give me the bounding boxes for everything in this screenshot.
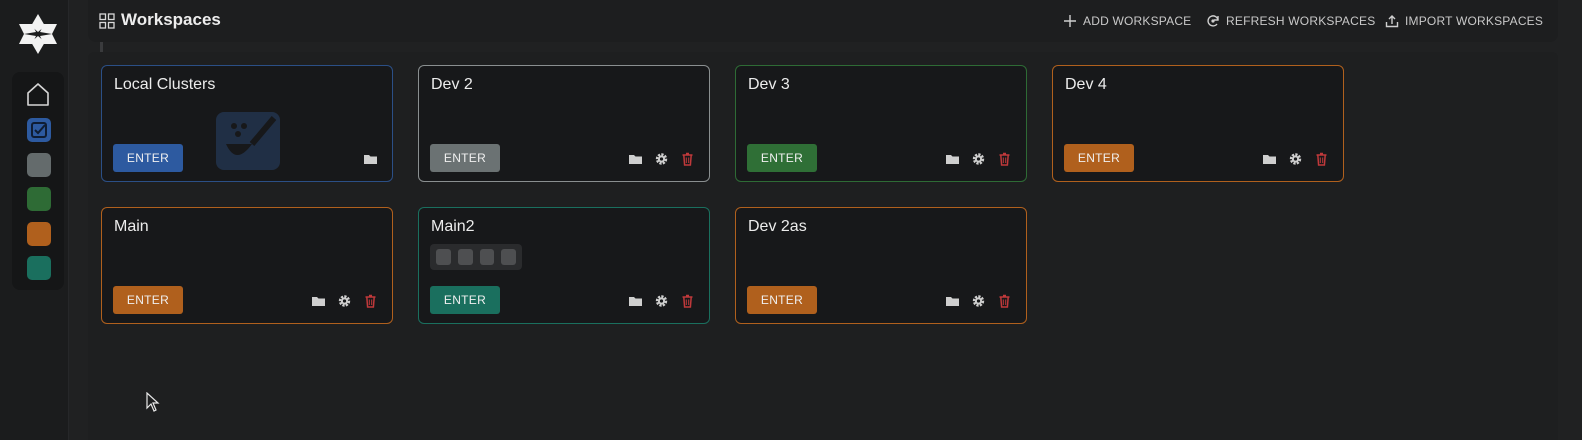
- card-actions: [363, 152, 378, 166]
- folder-icon[interactable]: [628, 294, 643, 308]
- workspace-switcher: [12, 72, 64, 290]
- trash-icon[interactable]: [1314, 152, 1329, 166]
- gear-icon[interactable]: [971, 294, 986, 308]
- refresh-workspaces-button[interactable]: REFRESH WORKSPACES: [1206, 13, 1375, 29]
- trash-icon[interactable]: [680, 294, 695, 308]
- sidebar-item-dev-3[interactable]: [27, 187, 51, 211]
- enter-button[interactable]: ENTER: [113, 286, 183, 314]
- workspace-card-main: Main ENTER: [101, 207, 393, 324]
- workspace-card-local-clusters: Local Clusters ENTER: [101, 65, 393, 182]
- workspace-grid: Local Clusters ENTER Dev 2 ENTER Dev 3 E…: [88, 52, 1558, 440]
- enter-button[interactable]: ENTER: [113, 144, 183, 172]
- workspace-name: Dev 2: [431, 76, 473, 93]
- workspace-name: Dev 3: [748, 76, 790, 93]
- folder-icon[interactable]: [945, 152, 960, 166]
- sidebar-item-local-clusters[interactable]: [27, 118, 51, 142]
- card-actions: [945, 152, 1012, 166]
- gear-icon[interactable]: [337, 294, 352, 308]
- enter-button[interactable]: ENTER: [747, 144, 817, 172]
- enter-button[interactable]: ENTER: [747, 286, 817, 314]
- scroll-indicator: [100, 42, 103, 52]
- refresh-icon: [1207, 15, 1219, 27]
- workspace-card-dev-4: Dev 4 ENTER: [1052, 65, 1344, 182]
- page-header: Workspaces ADD WORKSPACE REFRESH WORKSPA…: [88, 0, 1558, 42]
- card-actions: [945, 294, 1012, 308]
- gear-icon[interactable]: [654, 294, 669, 308]
- cluster-placeholder: [479, 249, 495, 265]
- card-actions: [628, 152, 695, 166]
- card-actions: [628, 294, 695, 308]
- refresh-workspaces-label: REFRESH WORKSPACES: [1226, 14, 1376, 28]
- trash-icon[interactable]: [363, 294, 378, 308]
- card-actions: [1262, 152, 1329, 166]
- app-rail: [0, 0, 69, 440]
- sidebar-item-dev-2[interactable]: [27, 153, 51, 177]
- import-workspaces-button[interactable]: IMPORT WORKSPACES: [1385, 13, 1543, 29]
- gear-icon[interactable]: [971, 152, 986, 166]
- cluster-placeholder: [436, 249, 451, 265]
- sidebar-item-main2[interactable]: [27, 256, 51, 280]
- folder-icon[interactable]: [311, 294, 326, 308]
- app-logo-icon[interactable]: [16, 12, 60, 56]
- workspace-card-dev-3: Dev 3 ENTER: [735, 65, 1027, 182]
- sidebar-item-orange[interactable]: [27, 222, 51, 246]
- add-workspace-label: ADD WORKSPACE: [1083, 14, 1192, 28]
- trash-icon[interactable]: [680, 152, 695, 166]
- folder-icon[interactable]: [945, 294, 960, 308]
- card-actions: [311, 294, 378, 308]
- plus-icon: [1064, 15, 1076, 27]
- workspace-name: Main2: [431, 218, 475, 235]
- board-check-icon: [31, 122, 47, 138]
- import-workspaces-label: IMPORT WORKSPACES: [1405, 14, 1544, 28]
- workspace-card-dev-2as: Dev 2as ENTER: [735, 207, 1027, 324]
- workspace-name: Dev 4: [1065, 76, 1107, 93]
- workspace-name: Local Clusters: [114, 76, 216, 93]
- enter-button[interactable]: ENTER: [1064, 144, 1134, 172]
- folder-icon[interactable]: [363, 152, 378, 166]
- page-title: Workspaces: [121, 10, 221, 29]
- upload-icon: [1385, 15, 1399, 28]
- cluster-placeholder-strip: [430, 244, 522, 270]
- gear-icon[interactable]: [1288, 152, 1303, 166]
- mouse-cursor-icon: [146, 392, 160, 412]
- add-workspace-button[interactable]: ADD WORKSPACE: [1063, 13, 1191, 29]
- grid-icon: [99, 13, 115, 29]
- cluster-placeholder: [501, 249, 516, 265]
- workspace-name: Dev 2as: [748, 218, 807, 235]
- folder-icon[interactable]: [1262, 152, 1277, 166]
- workspace-name: Main: [114, 218, 149, 235]
- enter-button[interactable]: ENTER: [430, 144, 500, 172]
- workspace-card-dev-2: Dev 2 ENTER: [418, 65, 710, 182]
- folder-icon[interactable]: [628, 152, 643, 166]
- cluster-placeholder: [457, 249, 473, 265]
- gear-icon[interactable]: [654, 152, 669, 166]
- trash-icon[interactable]: [997, 294, 1012, 308]
- workspace-card-main2: Main2 ENTER: [418, 207, 710, 324]
- enter-button[interactable]: ENTER: [430, 286, 500, 314]
- workspace-logo-watermark-icon: [216, 112, 280, 170]
- home-icon[interactable]: [25, 81, 51, 107]
- trash-icon[interactable]: [997, 152, 1012, 166]
